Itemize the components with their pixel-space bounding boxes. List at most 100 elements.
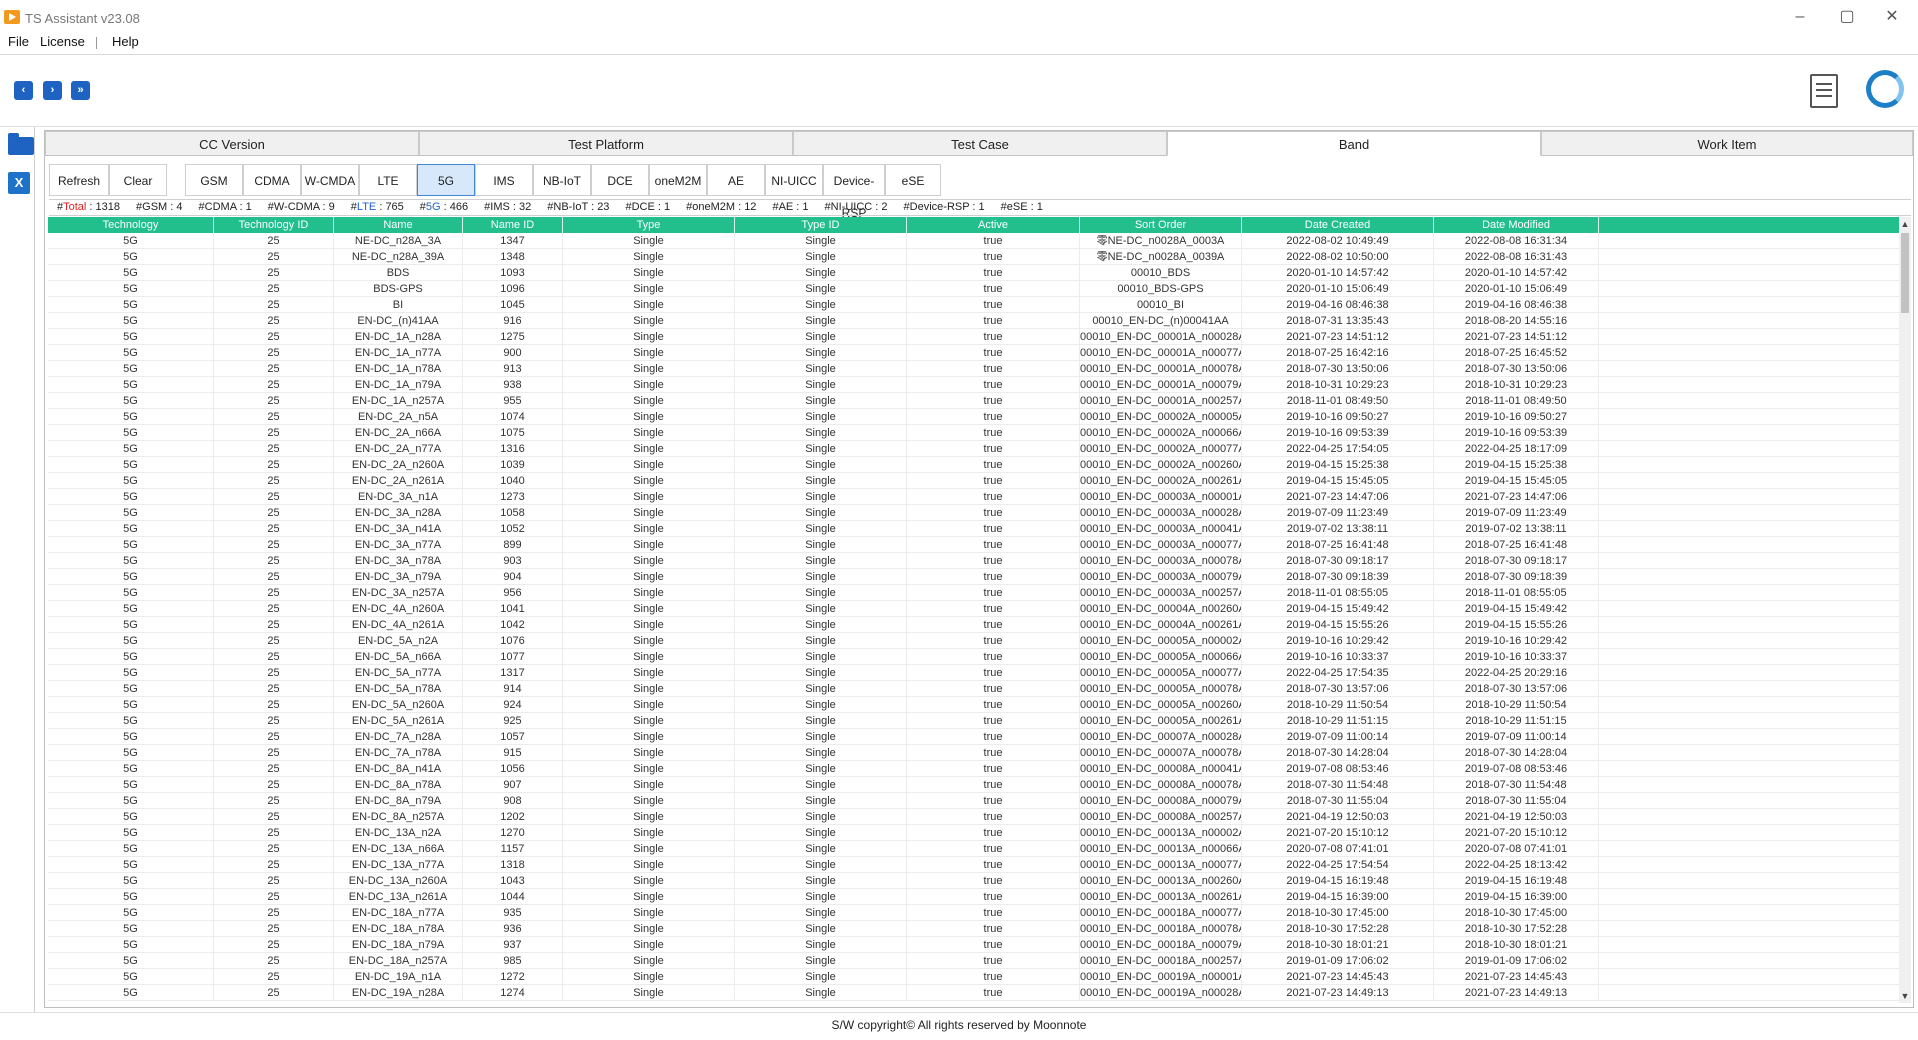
table-row[interactable]: 5G 25 EN-DC_13A_n261A 1044 Single Single true 0…: [48, 889, 1899, 905]
clear-button[interactable]: Clear: [109, 164, 167, 196]
menu-file[interactable]: File: [8, 34, 29, 49]
tab-cc-version[interactable]: CC Version: [45, 131, 419, 156]
table-row[interactable]: 5G 25 EN-DC_18A_n78A 936 Single Single true 000…: [48, 921, 1899, 937]
vertical-scrollbar[interactable]: ▲ ▼: [1899, 217, 1911, 1003]
column-header[interactable]: Type ID: [735, 217, 907, 233]
table-row[interactable]: 5G 25 EN-DC_19A_n1A 1272 Single Single true 000…: [48, 969, 1899, 985]
filter-5g-button[interactable]: 5G: [417, 164, 475, 196]
table-row[interactable]: 5G 25 EN-DC_1A_n257A 955 Single Single true 000…: [48, 393, 1899, 409]
table-cell: 00010_EN-DC_00013A_n00261A: [1080, 889, 1242, 905]
count-value: 466: [449, 201, 469, 213]
table-row[interactable]: 5G 25 EN-DC_5A_n78A 914 Single Single true 0001…: [48, 681, 1899, 697]
table-row[interactable]: 5G 25 EN-DC_13A_n2A 1270 Single Single true 000…: [48, 825, 1899, 841]
table-row[interactable]: 5G 25 NE-DC_n28A_39A 1348 Single Single true 零N…: [48, 249, 1899, 265]
tab-band[interactable]: Band: [1167, 131, 1541, 156]
filter-lte-button[interactable]: LTE: [359, 164, 417, 196]
maximize-button[interactable]: ▢: [1827, 6, 1867, 28]
nav-next-button[interactable]: ›: [43, 81, 62, 100]
tab-test-platform[interactable]: Test Platform: [419, 131, 793, 156]
scroll-down-icon[interactable]: ▼: [1899, 989, 1911, 1003]
filter-wcdma-button[interactable]: W-CMDA: [301, 164, 359, 196]
count-item: #NI-UICC : 2: [824, 201, 888, 213]
filter-gsm-button[interactable]: GSM: [185, 164, 243, 196]
table-row[interactable]: 5G 25 EN-DC_18A_n79A 937 Single Single true 000…: [48, 937, 1899, 953]
table-row[interactable]: 5G 25 EN-DC_3A_n28A 1058 Single Single true 000…: [48, 505, 1899, 521]
table-row[interactable]: 5G 25 EN-DC_1A_n77A 900 Single Single true 0001…: [48, 345, 1899, 361]
table-row[interactable]: 5G 25 EN-DC_3A_n77A 899 Single Single true 0001…: [48, 537, 1899, 553]
table-row[interactable]: 5G 25 EN-DC_2A_n261A 1040 Single Single true 00…: [48, 473, 1899, 489]
table-row[interactable]: 5G 25 EN-DC_5A_n260A 924 Single Single true 000…: [48, 697, 1899, 713]
column-header[interactable]: Active: [907, 217, 1080, 233]
filter-niuicc-button[interactable]: NI-UICC: [765, 164, 823, 196]
column-header[interactable]: Sort Order: [1080, 217, 1242, 233]
table-row[interactable]: 5G 25 EN-DC_2A_n5A 1074 Single Single true 0001…: [48, 409, 1899, 425]
table-cell: 00010_EN-DC_00005A_n00261A: [1080, 713, 1242, 729]
table-row[interactable]: 5G 25 EN-DC_2A_n77A 1316 Single Single true 000…: [48, 441, 1899, 457]
table-row[interactable]: 5G 25 EN-DC_13A_n260A 1043 Single Single true 0…: [48, 873, 1899, 889]
table-row[interactable]: 5G 25 EN-DC_(n)41AA 916 Single Single true 0001…: [48, 313, 1899, 329]
filter-ese-button[interactable]: eSE: [885, 164, 941, 196]
filter-nbiot-button[interactable]: NB-IoT: [533, 164, 591, 196]
column-header[interactable]: Name: [334, 217, 463, 233]
filter-dce-button[interactable]: DCE: [591, 164, 649, 196]
table-row[interactable]: 5G 25 EN-DC_18A_n257A 985 Single Single true 00…: [48, 953, 1899, 969]
table-row[interactable]: 5G 25 EN-DC_13A_n66A 1157 Single Single true 00…: [48, 841, 1899, 857]
table-cell: 5G: [48, 841, 214, 857]
table-row[interactable]: 5G 25 EN-DC_2A_n66A 1075 Single Single true 000…: [48, 425, 1899, 441]
filter-onem2m-button[interactable]: oneM2M: [649, 164, 707, 196]
tab-test-case[interactable]: Test Case: [793, 131, 1167, 156]
folder-icon[interactable]: [8, 133, 34, 155]
table-row[interactable]: 5G 25 EN-DC_8A_n41A 1056 Single Single true 000…: [48, 761, 1899, 777]
table-row[interactable]: 5G 25 EN-DC_3A_n78A 903 Single Single true 0001…: [48, 553, 1899, 569]
table-row[interactable]: 5G 25 EN-DC_8A_n257A 1202 Single Single true 00…: [48, 809, 1899, 825]
filter-ims-button[interactable]: IMS: [475, 164, 533, 196]
table-row[interactable]: 5G 25 EN-DC_3A_n79A 904 Single Single true 0001…: [48, 569, 1899, 585]
table-row[interactable]: 5G 25 NE-DC_n28A_3A 1347 Single Single true 零NE…: [48, 233, 1899, 249]
table-row[interactable]: 5G 25 EN-DC_4A_n260A 1041 Single Single true 00…: [48, 601, 1899, 617]
report-icon[interactable]: [1810, 74, 1838, 108]
table-row[interactable]: 5G 25 EN-DC_3A_n257A 956 Single Single true 000…: [48, 585, 1899, 601]
minimize-button[interactable]: –: [1780, 6, 1820, 28]
table-row[interactable]: 5G 25 EN-DC_3A_n41A 1052 Single Single true 000…: [48, 521, 1899, 537]
column-header[interactable]: Name ID: [463, 217, 563, 233]
excel-icon[interactable]: X: [8, 172, 30, 194]
table-row[interactable]: 5G 25 EN-DC_7A_n78A 915 Single Single true 0001…: [48, 745, 1899, 761]
table-row[interactable]: 5G 25 EN-DC_8A_n79A 908 Single Single true 0001…: [48, 793, 1899, 809]
table-row[interactable]: 5G 25 EN-DC_7A_n28A 1057 Single Single true 000…: [48, 729, 1899, 745]
table-row[interactable]: 5G 25 EN-DC_5A_n2A 1076 Single Single true 0001…: [48, 633, 1899, 649]
nav-first-button[interactable]: ‹: [14, 81, 33, 100]
table-row[interactable]: 5G 25 EN-DC_5A_n66A 1077 Single Single true 000…: [48, 649, 1899, 665]
filter-ae-button[interactable]: AE: [707, 164, 765, 196]
menu-license[interactable]: License: [40, 34, 85, 49]
table-row[interactable]: 5G 25 EN-DC_4A_n261A 1042 Single Single true 00…: [48, 617, 1899, 633]
sync-icon[interactable]: [1866, 70, 1904, 108]
close-button[interactable]: ✕: [1872, 6, 1912, 28]
table-row[interactable]: 5G 25 EN-DC_18A_n77A 935 Single Single true 000…: [48, 905, 1899, 921]
table-row[interactable]: 5G 25 EN-DC_5A_n77A 1317 Single Single true 000…: [48, 665, 1899, 681]
column-header[interactable]: Type: [563, 217, 735, 233]
table-row[interactable]: 5G 25 EN-DC_13A_n77A 1318 Single Single true 00…: [48, 857, 1899, 873]
filter-cdma-button[interactable]: CDMA: [243, 164, 301, 196]
table-row[interactable]: 5G 25 EN-DC_3A_n1A 1273 Single Single true 0001…: [48, 489, 1899, 505]
table-row[interactable]: 5G 25 BI 1045 Single Single true 00010_BI 2019-0…: [48, 297, 1899, 313]
table-row[interactable]: 5G 25 EN-DC_19A_n28A 1274 Single Single true 00…: [48, 985, 1899, 1001]
scroll-thumb[interactable]: [1901, 233, 1909, 313]
column-header[interactable]: Date Created: [1242, 217, 1434, 233]
refresh-button[interactable]: Refresh: [49, 164, 109, 196]
nav-last-button[interactable]: »: [71, 81, 90, 100]
table-row[interactable]: 5G 25 BDS 1093 Single Single true 00010_BDS 2020…: [48, 265, 1899, 281]
scroll-up-icon[interactable]: ▲: [1899, 217, 1911, 231]
table-row[interactable]: 5G 25 BDS-GPS 1096 Single Single true 00010_BDS…: [48, 281, 1899, 297]
table-row[interactable]: 5G 25 EN-DC_8A_n78A 907 Single Single true 0001…: [48, 777, 1899, 793]
filter-device-rsp-button[interactable]: Device-RSP: [823, 164, 885, 220]
table-row[interactable]: 5G 25 EN-DC_1A_n28A 1275 Single Single true 000…: [48, 329, 1899, 345]
table-row[interactable]: 5G 25 EN-DC_2A_n260A 1039 Single Single true 00…: [48, 457, 1899, 473]
menu-help[interactable]: Help: [112, 34, 139, 49]
table-row[interactable]: 5G 25 EN-DC_5A_n261A 925 Single Single true 000…: [48, 713, 1899, 729]
column-header[interactable]: Technology: [48, 217, 214, 233]
column-header[interactable]: Date Modified: [1434, 217, 1599, 233]
tab-work-item[interactable]: Work Item: [1541, 131, 1913, 156]
table-row[interactable]: 5G 25 EN-DC_1A_n79A 938 Single Single true 0001…: [48, 377, 1899, 393]
table-row[interactable]: 5G 25 EN-DC_1A_n78A 913 Single Single true 0001…: [48, 361, 1899, 377]
column-header[interactable]: Technology ID: [214, 217, 334, 233]
